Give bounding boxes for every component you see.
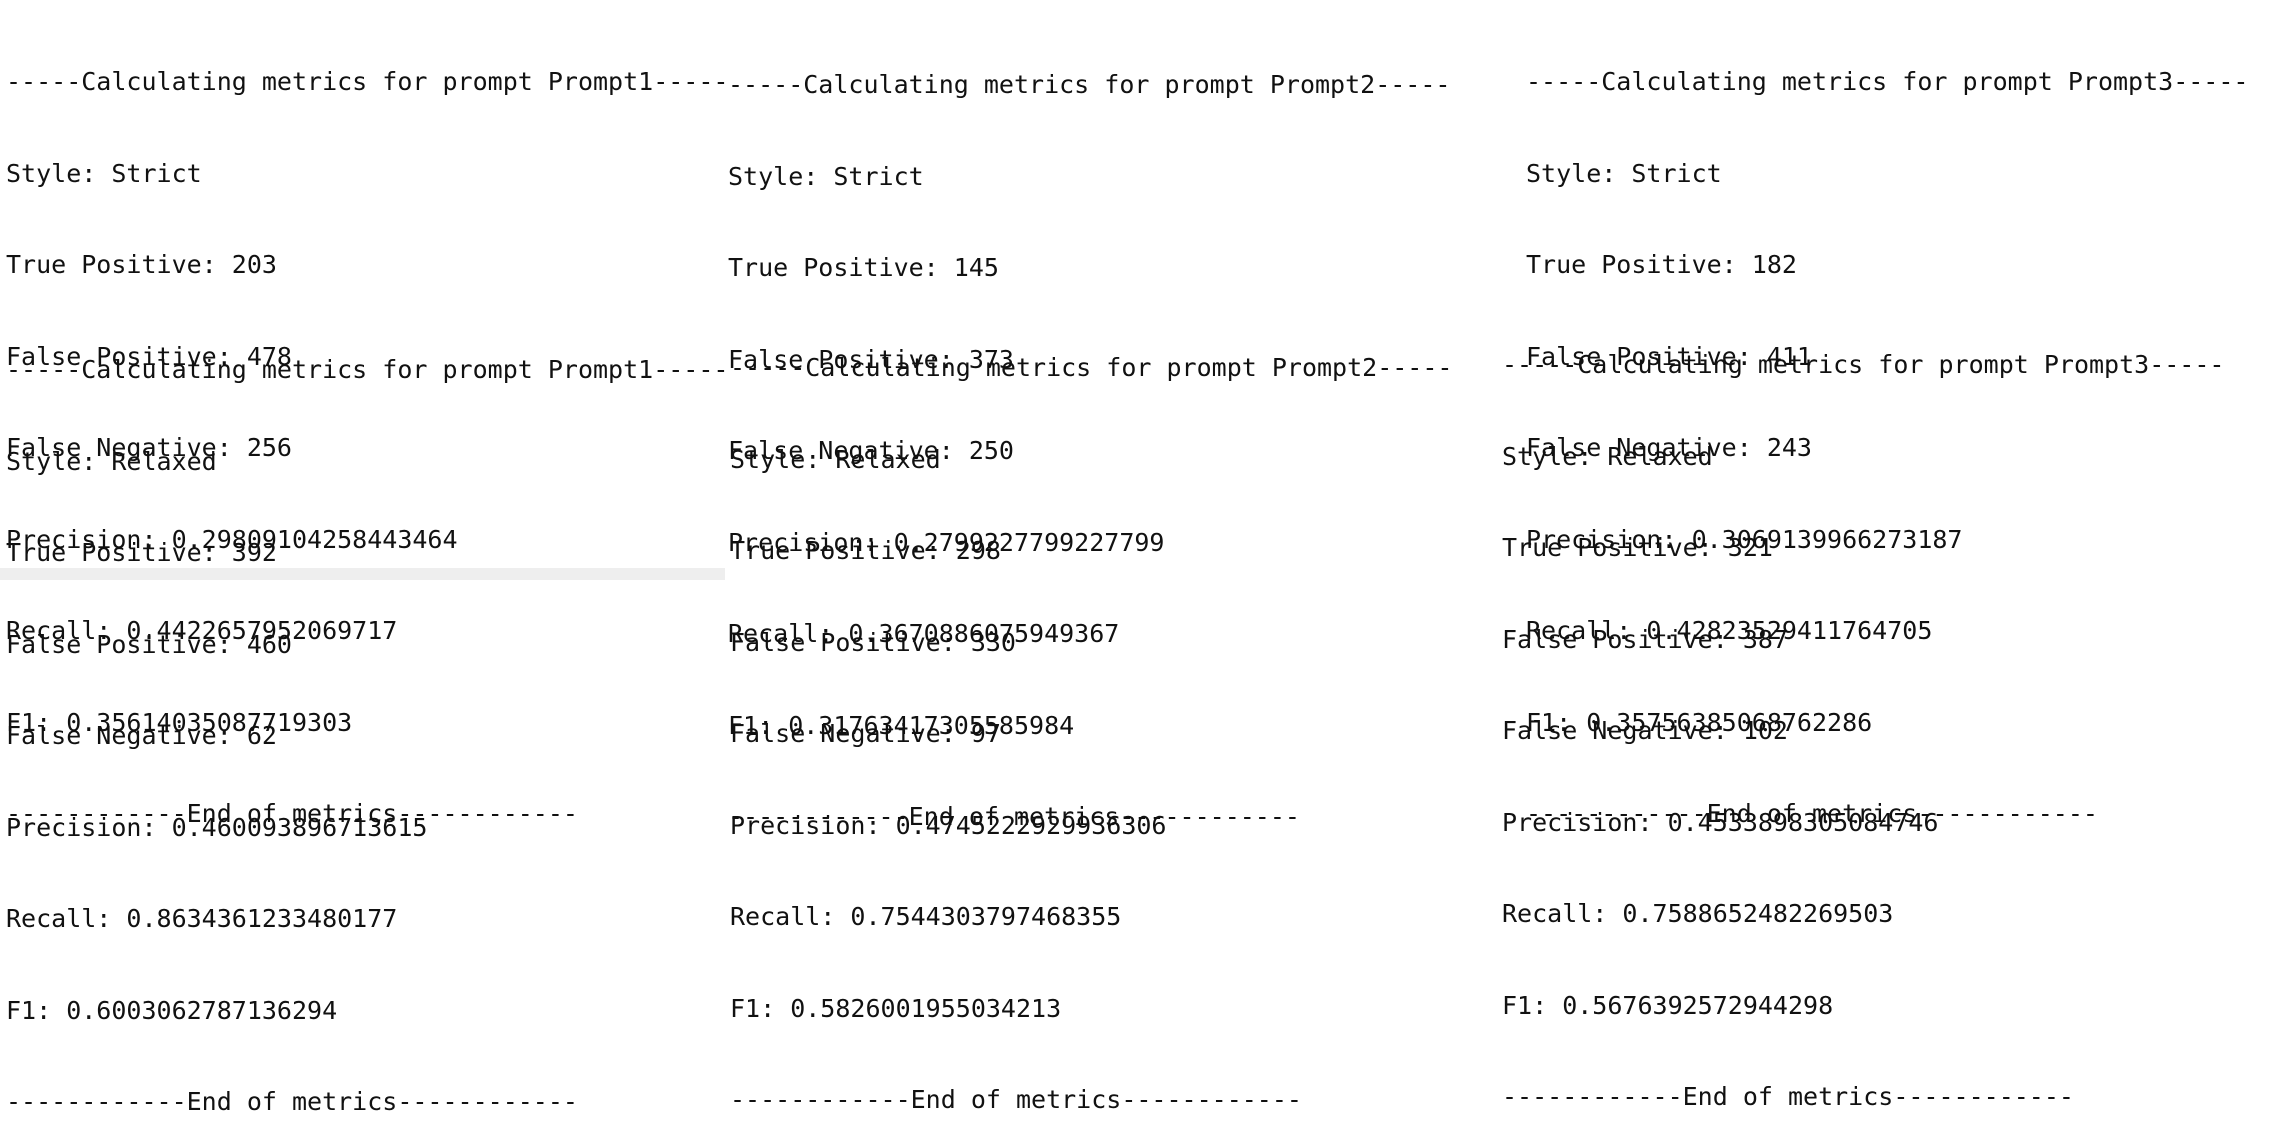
recall: Recall: 0.7544303797468355 [730, 902, 1122, 931]
metrics-block-prompt2-relaxed: -----Calculating metrics for prompt Prom… [730, 292, 1452, 1146]
metrics-header: -----Calculating metrics for prompt Prom… [1502, 350, 2225, 379]
precision: Precision: 0.4745222929936306 [730, 810, 1167, 840]
metrics-header: -----Calculating metrics for prompt Prom… [728, 70, 1451, 99]
f1-score: F1: 0.6003062787136294 [6, 995, 338, 1025]
f1-score: F1: 0.5826001955034213 [730, 993, 1062, 1023]
false-positive: False Positive: 387 [1502, 624, 1788, 654]
false-negative: False Negative: 102 [1502, 716, 1788, 745]
precision: Precision: 0.4533898305084746 [1502, 807, 1939, 837]
metrics-footer: ------------End of metrics------------ [730, 1085, 1302, 1114]
style-label: Style: Relaxed [6, 446, 217, 476]
true-positive: True Positive: 298 [730, 536, 1001, 565]
metrics-footer: ------------End of metrics------------ [6, 1087, 578, 1116]
style-label: Style: Strict [728, 161, 924, 191]
recall: Recall: 0.8634361233480177 [6, 904, 398, 933]
true-positive: True Positive: 321 [1502, 533, 1773, 562]
metrics-block-prompt1-relaxed: -----Calculating metrics for prompt Prom… [6, 294, 728, 1148]
false-negative: False Negative: 62 [6, 721, 277, 750]
false-negative: False Negative: 97 [730, 719, 1001, 748]
precision: Precision: 0.460093896713615 [6, 812, 428, 842]
true-positive: True Positive: 145 [728, 253, 999, 282]
style-label: Style: Relaxed [730, 444, 941, 474]
metrics-block-prompt3-relaxed: -----Calculating metrics for prompt Prom… [1502, 289, 2224, 1143]
style-label: Style: Strict [1526, 158, 1722, 188]
true-positive: True Positive: 392 [6, 538, 277, 567]
true-positive: True Positive: 203 [6, 250, 277, 279]
style-label: Style: Relaxed [1502, 441, 1713, 471]
metrics-header: -----Calculating metrics for prompt Prom… [6, 67, 729, 96]
scroll-strip [0, 568, 725, 580]
metrics-footer: ------------End of metrics------------ [1502, 1082, 2074, 1111]
false-positive: False Positive: 460 [6, 629, 292, 659]
recall: Recall: 0.7588652482269503 [1502, 899, 1894, 928]
true-positive: True Positive: 182 [1526, 250, 1797, 279]
style-label: Style: Strict [6, 158, 202, 188]
metrics-header: -----Calculating metrics for prompt Prom… [1526, 67, 2249, 96]
metrics-header: -----Calculating metrics for prompt Prom… [6, 355, 729, 384]
metrics-header: -----Calculating metrics for prompt Prom… [730, 353, 1453, 382]
f1-score: F1: 0.5676392572944298 [1502, 990, 1834, 1020]
false-positive: False Positive: 330 [730, 627, 1016, 657]
